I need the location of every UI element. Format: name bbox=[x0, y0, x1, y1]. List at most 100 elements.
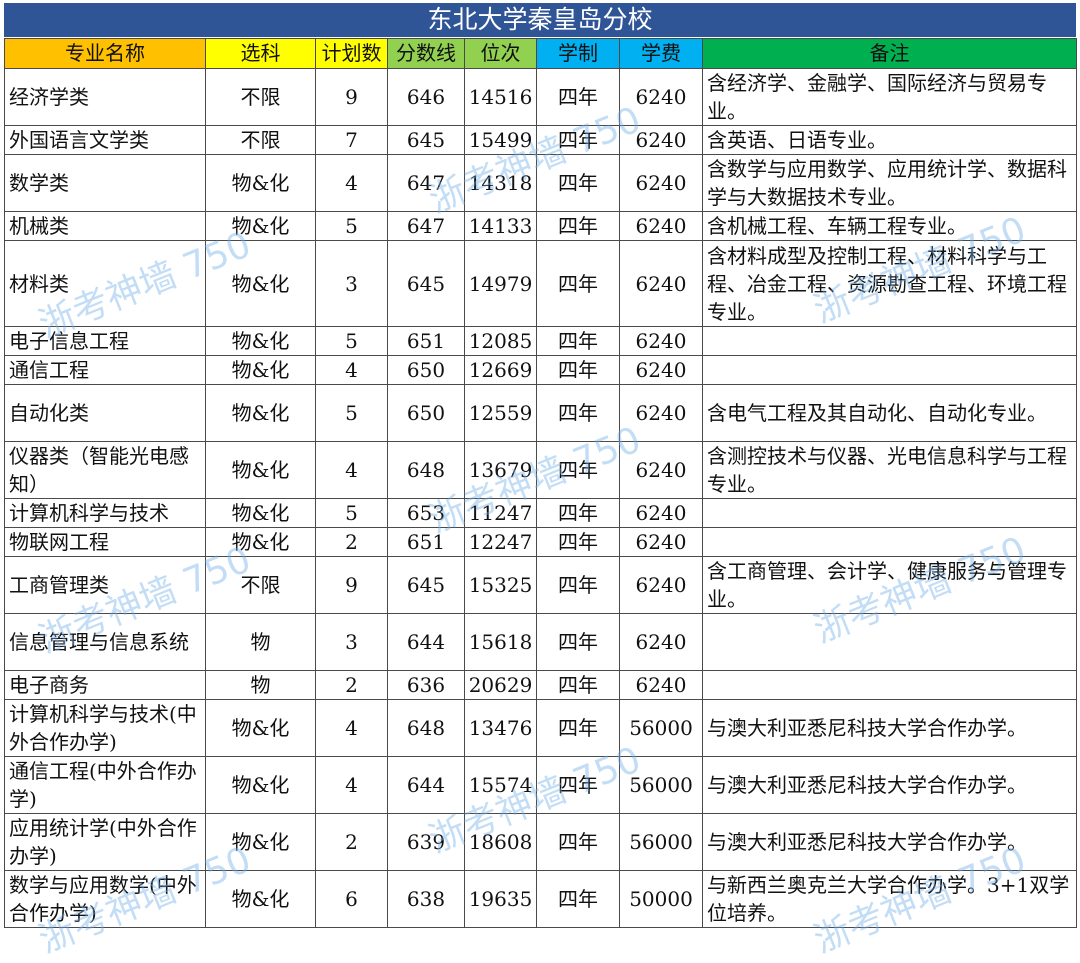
major-cell: 电子信息工程 bbox=[4, 326, 206, 356]
table-row: 电子信息工程 物&化 5 651 12085 四年 6240 bbox=[4, 326, 1077, 356]
note-cell: 与澳大利亚悉尼科技大学合作办学。 bbox=[702, 699, 1077, 757]
score-cell: 638 bbox=[387, 870, 465, 928]
fee-cell: 6240 bbox=[619, 68, 703, 126]
note-cell bbox=[702, 355, 1077, 385]
plan-cell: 2 bbox=[315, 527, 388, 557]
note-cell: 与澳大利亚悉尼科技大学合作办学。 bbox=[702, 756, 1077, 814]
major-cell: 自动化类 bbox=[4, 384, 206, 442]
rank-cell: 12559 bbox=[464, 384, 537, 442]
table-row: 计算机科学与技术(中外合作办学) 物&化 4 648 13476 四年 56000 与澳大利亚… bbox=[4, 699, 1077, 757]
years-cell: 四年 bbox=[536, 670, 620, 700]
major-cell: 数学类 bbox=[4, 154, 206, 212]
major-cell: 物联网工程 bbox=[4, 527, 206, 557]
rank-cell: 14318 bbox=[464, 154, 537, 212]
rank-cell: 13679 bbox=[464, 441, 537, 499]
major-cell: 数学与应用数学(中外合作办学) bbox=[4, 870, 206, 928]
header-subject: 选科 bbox=[205, 38, 316, 69]
plan-cell: 2 bbox=[315, 670, 388, 700]
fee-cell: 56000 bbox=[619, 813, 703, 871]
note-cell: 含英语、日语专业。 bbox=[702, 125, 1077, 155]
years-cell: 四年 bbox=[536, 813, 620, 871]
table-row: 经济学类 不限 9 646 14516 四年 6240 含经济学、金融学、国际经济与贸易专业。 bbox=[4, 68, 1077, 126]
subject-cell: 不限 bbox=[205, 556, 316, 614]
fee-cell: 6240 bbox=[619, 527, 703, 557]
note-cell: 与澳大利亚悉尼科技大学合作办学。 bbox=[702, 813, 1077, 871]
plan-cell: 4 bbox=[315, 756, 388, 814]
years-cell: 四年 bbox=[536, 355, 620, 385]
fee-cell: 56000 bbox=[619, 699, 703, 757]
plan-cell: 5 bbox=[315, 384, 388, 442]
plan-cell: 2 bbox=[315, 813, 388, 871]
years-cell: 四年 bbox=[536, 68, 620, 126]
years-cell: 四年 bbox=[536, 384, 620, 442]
score-cell: 645 bbox=[387, 240, 465, 327]
subject-cell: 物&化 bbox=[205, 154, 316, 212]
rank-cell: 14979 bbox=[464, 240, 537, 327]
plan-cell: 5 bbox=[315, 211, 388, 241]
table-row: 应用统计学(中外合作办学) 物&化 2 639 18608 四年 56000 与澳大利亚悉尼科… bbox=[4, 813, 1077, 871]
score-cell: 644 bbox=[387, 613, 465, 671]
rank-cell: 14516 bbox=[464, 68, 537, 126]
score-cell: 650 bbox=[387, 384, 465, 442]
score-cell: 639 bbox=[387, 813, 465, 871]
major-cell: 信息管理与信息系统 bbox=[4, 613, 206, 671]
score-cell: 648 bbox=[387, 699, 465, 757]
major-cell: 材料类 bbox=[4, 240, 206, 327]
table-row: 自动化类 物&化 5 650 12559 四年 6240 含电气工程及其自动化、自动化专业。 bbox=[4, 384, 1077, 442]
rank-cell: 12247 bbox=[464, 527, 537, 557]
subject-cell: 物&化 bbox=[205, 498, 316, 528]
note-cell: 含测控技术与仪器、光电信息科学与工程专业。 bbox=[702, 441, 1077, 499]
major-cell: 计算机科学与技术 bbox=[4, 498, 206, 528]
major-cell: 电子商务 bbox=[4, 670, 206, 700]
major-cell: 仪器类（智能光电感知） bbox=[4, 441, 206, 499]
note-cell: 含经济学、金融学、国际经济与贸易专业。 bbox=[702, 68, 1077, 126]
years-cell: 四年 bbox=[536, 498, 620, 528]
subject-cell: 物 bbox=[205, 670, 316, 700]
score-cell: 651 bbox=[387, 326, 465, 356]
major-cell: 通信工程 bbox=[4, 355, 206, 385]
table-row: 电子商务物 2 636 20629 四年 6240 bbox=[4, 670, 1077, 700]
years-cell: 四年 bbox=[536, 613, 620, 671]
fee-cell: 6240 bbox=[619, 556, 703, 614]
rank-cell: 11247 bbox=[464, 498, 537, 528]
years-cell: 四年 bbox=[536, 125, 620, 155]
years-cell: 四年 bbox=[536, 326, 620, 356]
plan-cell: 4 bbox=[315, 699, 388, 757]
note-cell: 与新西兰奥克兰大学合作办学。3+1双学位培养。 bbox=[702, 870, 1077, 928]
header-plan: 计划数 bbox=[315, 38, 388, 69]
fee-cell: 6240 bbox=[619, 355, 703, 385]
fee-cell: 6240 bbox=[619, 384, 703, 442]
subject-cell: 物&化 bbox=[205, 240, 316, 327]
note-cell: 含工商管理、会计学、健康服务与管理专业。 bbox=[702, 556, 1077, 614]
note-cell: 含机械工程、车辆工程专业。 bbox=[702, 211, 1077, 241]
subject-cell: 不限 bbox=[205, 68, 316, 126]
score-cell: 644 bbox=[387, 756, 465, 814]
header-rank: 位次 bbox=[464, 38, 537, 69]
fee-cell: 6240 bbox=[619, 670, 703, 700]
score-cell: 647 bbox=[387, 211, 465, 241]
major-cell: 外国语言文学类 bbox=[4, 125, 206, 155]
years-cell: 四年 bbox=[536, 556, 620, 614]
major-cell: 通信工程(中外合作办学) bbox=[4, 756, 206, 814]
plan-cell: 4 bbox=[315, 441, 388, 499]
header-major: 专业名称 bbox=[4, 38, 206, 69]
plan-cell: 7 bbox=[315, 125, 388, 155]
rank-cell: 15574 bbox=[464, 756, 537, 814]
fee-cell: 6240 bbox=[619, 498, 703, 528]
score-cell: 646 bbox=[387, 68, 465, 126]
fee-cell: 6240 bbox=[619, 326, 703, 356]
subject-cell: 物&化 bbox=[205, 355, 316, 385]
years-cell: 四年 bbox=[536, 211, 620, 241]
score-cell: 650 bbox=[387, 355, 465, 385]
table-row: 通信工程(中外合作办学) 物&化 4 644 15574 四年 56000 与澳大利亚悉尼科技… bbox=[4, 756, 1077, 814]
note-cell bbox=[702, 498, 1077, 528]
note-cell: 含数学与应用数学、应用统计学、数据科学与大数据技术专业。 bbox=[702, 154, 1077, 212]
plan-cell: 5 bbox=[315, 498, 388, 528]
plan-cell: 4 bbox=[315, 355, 388, 385]
plan-cell: 3 bbox=[315, 240, 388, 327]
major-cell: 计算机科学与技术(中外合作办学) bbox=[4, 699, 206, 757]
years-cell: 四年 bbox=[536, 527, 620, 557]
note-cell bbox=[702, 527, 1077, 557]
subject-cell: 物&化 bbox=[205, 326, 316, 356]
rank-cell: 19635 bbox=[464, 870, 537, 928]
